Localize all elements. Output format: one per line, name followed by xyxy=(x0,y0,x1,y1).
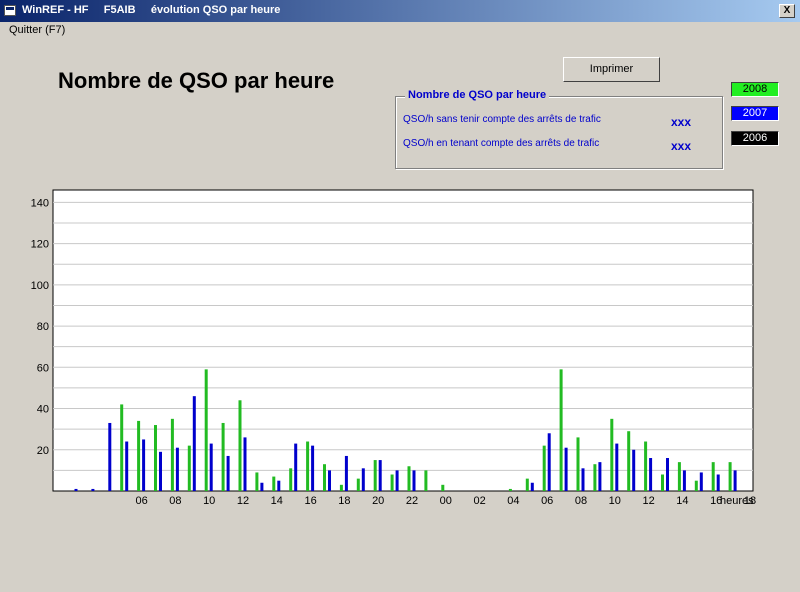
bar-2007 xyxy=(159,451,162,491)
bar-2007 xyxy=(666,458,669,491)
x-tick-label: 14 xyxy=(271,495,283,507)
bar-2007 xyxy=(91,488,95,491)
bar-2007 xyxy=(598,462,602,491)
bar-2008 xyxy=(289,468,293,491)
bar-2008 xyxy=(407,466,411,491)
x-tick-label: 10 xyxy=(609,495,621,507)
bar-2007 xyxy=(175,447,179,491)
y-tick-label: 80 xyxy=(37,321,49,333)
bar-2007 xyxy=(564,447,568,491)
bar-2007 xyxy=(682,470,686,491)
bar-2007 xyxy=(209,443,213,491)
bar-2007 xyxy=(699,472,703,491)
bar-2007 xyxy=(260,482,264,491)
bar-2008 xyxy=(390,474,394,491)
x-tick-label: 12 xyxy=(237,495,249,507)
bar-2007 xyxy=(328,470,331,491)
bar-2008 xyxy=(644,441,648,491)
x-tick-label: 08 xyxy=(169,495,181,507)
bar-2008 xyxy=(154,425,157,491)
bar-2007 xyxy=(74,488,78,491)
bar-2007 xyxy=(530,482,534,491)
y-tick-label: 40 xyxy=(37,404,49,416)
y-tick-label: 60 xyxy=(37,362,49,374)
x-tick-label: 06 xyxy=(135,495,147,507)
bar-2008 xyxy=(204,369,208,491)
x-tick-label: 02 xyxy=(473,495,485,507)
bar-2008 xyxy=(576,437,580,491)
x-tick-label: 22 xyxy=(406,495,418,507)
bar-2008 xyxy=(542,445,546,491)
bar-2008 xyxy=(424,470,428,491)
x-tick-label: 08 xyxy=(575,495,587,507)
bar-2007 xyxy=(277,480,281,491)
bar-2008 xyxy=(728,462,732,491)
bar-2008 xyxy=(711,462,715,491)
bar-2007 xyxy=(243,437,247,491)
bar-2008 xyxy=(677,462,681,491)
x-tick-label: 06 xyxy=(541,495,553,507)
bar-2007 xyxy=(733,470,737,491)
bar-2008 xyxy=(221,422,225,491)
bar-2007 xyxy=(361,468,365,491)
bar-2008 xyxy=(661,474,664,491)
y-tick-label: 120 xyxy=(31,239,49,251)
bar-2008 xyxy=(694,480,698,491)
x-axis-label: heures xyxy=(720,495,754,507)
y-tick-label: 100 xyxy=(31,280,49,292)
bar-2007 xyxy=(632,449,636,491)
bar-2007 xyxy=(294,443,298,491)
bar-2008 xyxy=(356,478,360,491)
bar-2008 xyxy=(508,488,512,491)
bar-2007 xyxy=(716,474,720,491)
bar-2008 xyxy=(170,418,174,491)
bar-2008 xyxy=(120,404,124,491)
bar-2007 xyxy=(581,468,585,491)
bar-2007 xyxy=(344,455,348,491)
x-tick-label: 12 xyxy=(642,495,654,507)
bar-2007 xyxy=(142,439,146,491)
x-tick-label: 16 xyxy=(304,495,316,507)
bar-2007 xyxy=(125,441,129,491)
bar-2007 xyxy=(108,422,112,491)
qso-chart: 20 40 60 80 100 120 140 06 08 10 12 14 16 18 20 22 00 02 0… xyxy=(31,189,756,507)
bar-2007 xyxy=(192,396,196,491)
bar-2007 xyxy=(615,443,619,491)
bar-2008 xyxy=(627,431,631,491)
x-tick-label: 00 xyxy=(440,495,452,507)
bar-2007 xyxy=(395,470,399,491)
bar-2008 xyxy=(339,484,343,491)
bar-2008 xyxy=(255,472,259,491)
bar-2008 xyxy=(187,445,191,491)
x-tick-label: 18 xyxy=(338,495,350,507)
bar-2007 xyxy=(649,458,653,491)
x-tick-label: 10 xyxy=(203,495,215,507)
bar-2008 xyxy=(525,478,529,491)
bar-2007 xyxy=(412,470,416,491)
bar-2008 xyxy=(593,464,597,491)
bar-2008 xyxy=(238,400,242,491)
bar-2008 xyxy=(323,464,326,491)
x-tick-label: 04 xyxy=(507,495,519,507)
bar-2007 xyxy=(226,455,230,491)
bar-2008 xyxy=(559,369,563,491)
y-tick-label: 20 xyxy=(37,445,49,457)
bar-2008 xyxy=(137,420,141,491)
bar-2007 xyxy=(547,433,551,491)
x-tick-label: 20 xyxy=(372,495,384,507)
bar-2008 xyxy=(272,476,276,491)
bar-2008 xyxy=(373,460,377,491)
y-tick-label: 140 xyxy=(31,197,49,209)
plot-area xyxy=(52,189,754,492)
bar-2008 xyxy=(610,418,614,491)
bar-2007 xyxy=(378,460,382,491)
bar-2008 xyxy=(306,441,310,491)
bar-2008 xyxy=(441,484,445,491)
bar-2007 xyxy=(311,445,315,491)
x-tick-label: 14 xyxy=(676,495,688,507)
